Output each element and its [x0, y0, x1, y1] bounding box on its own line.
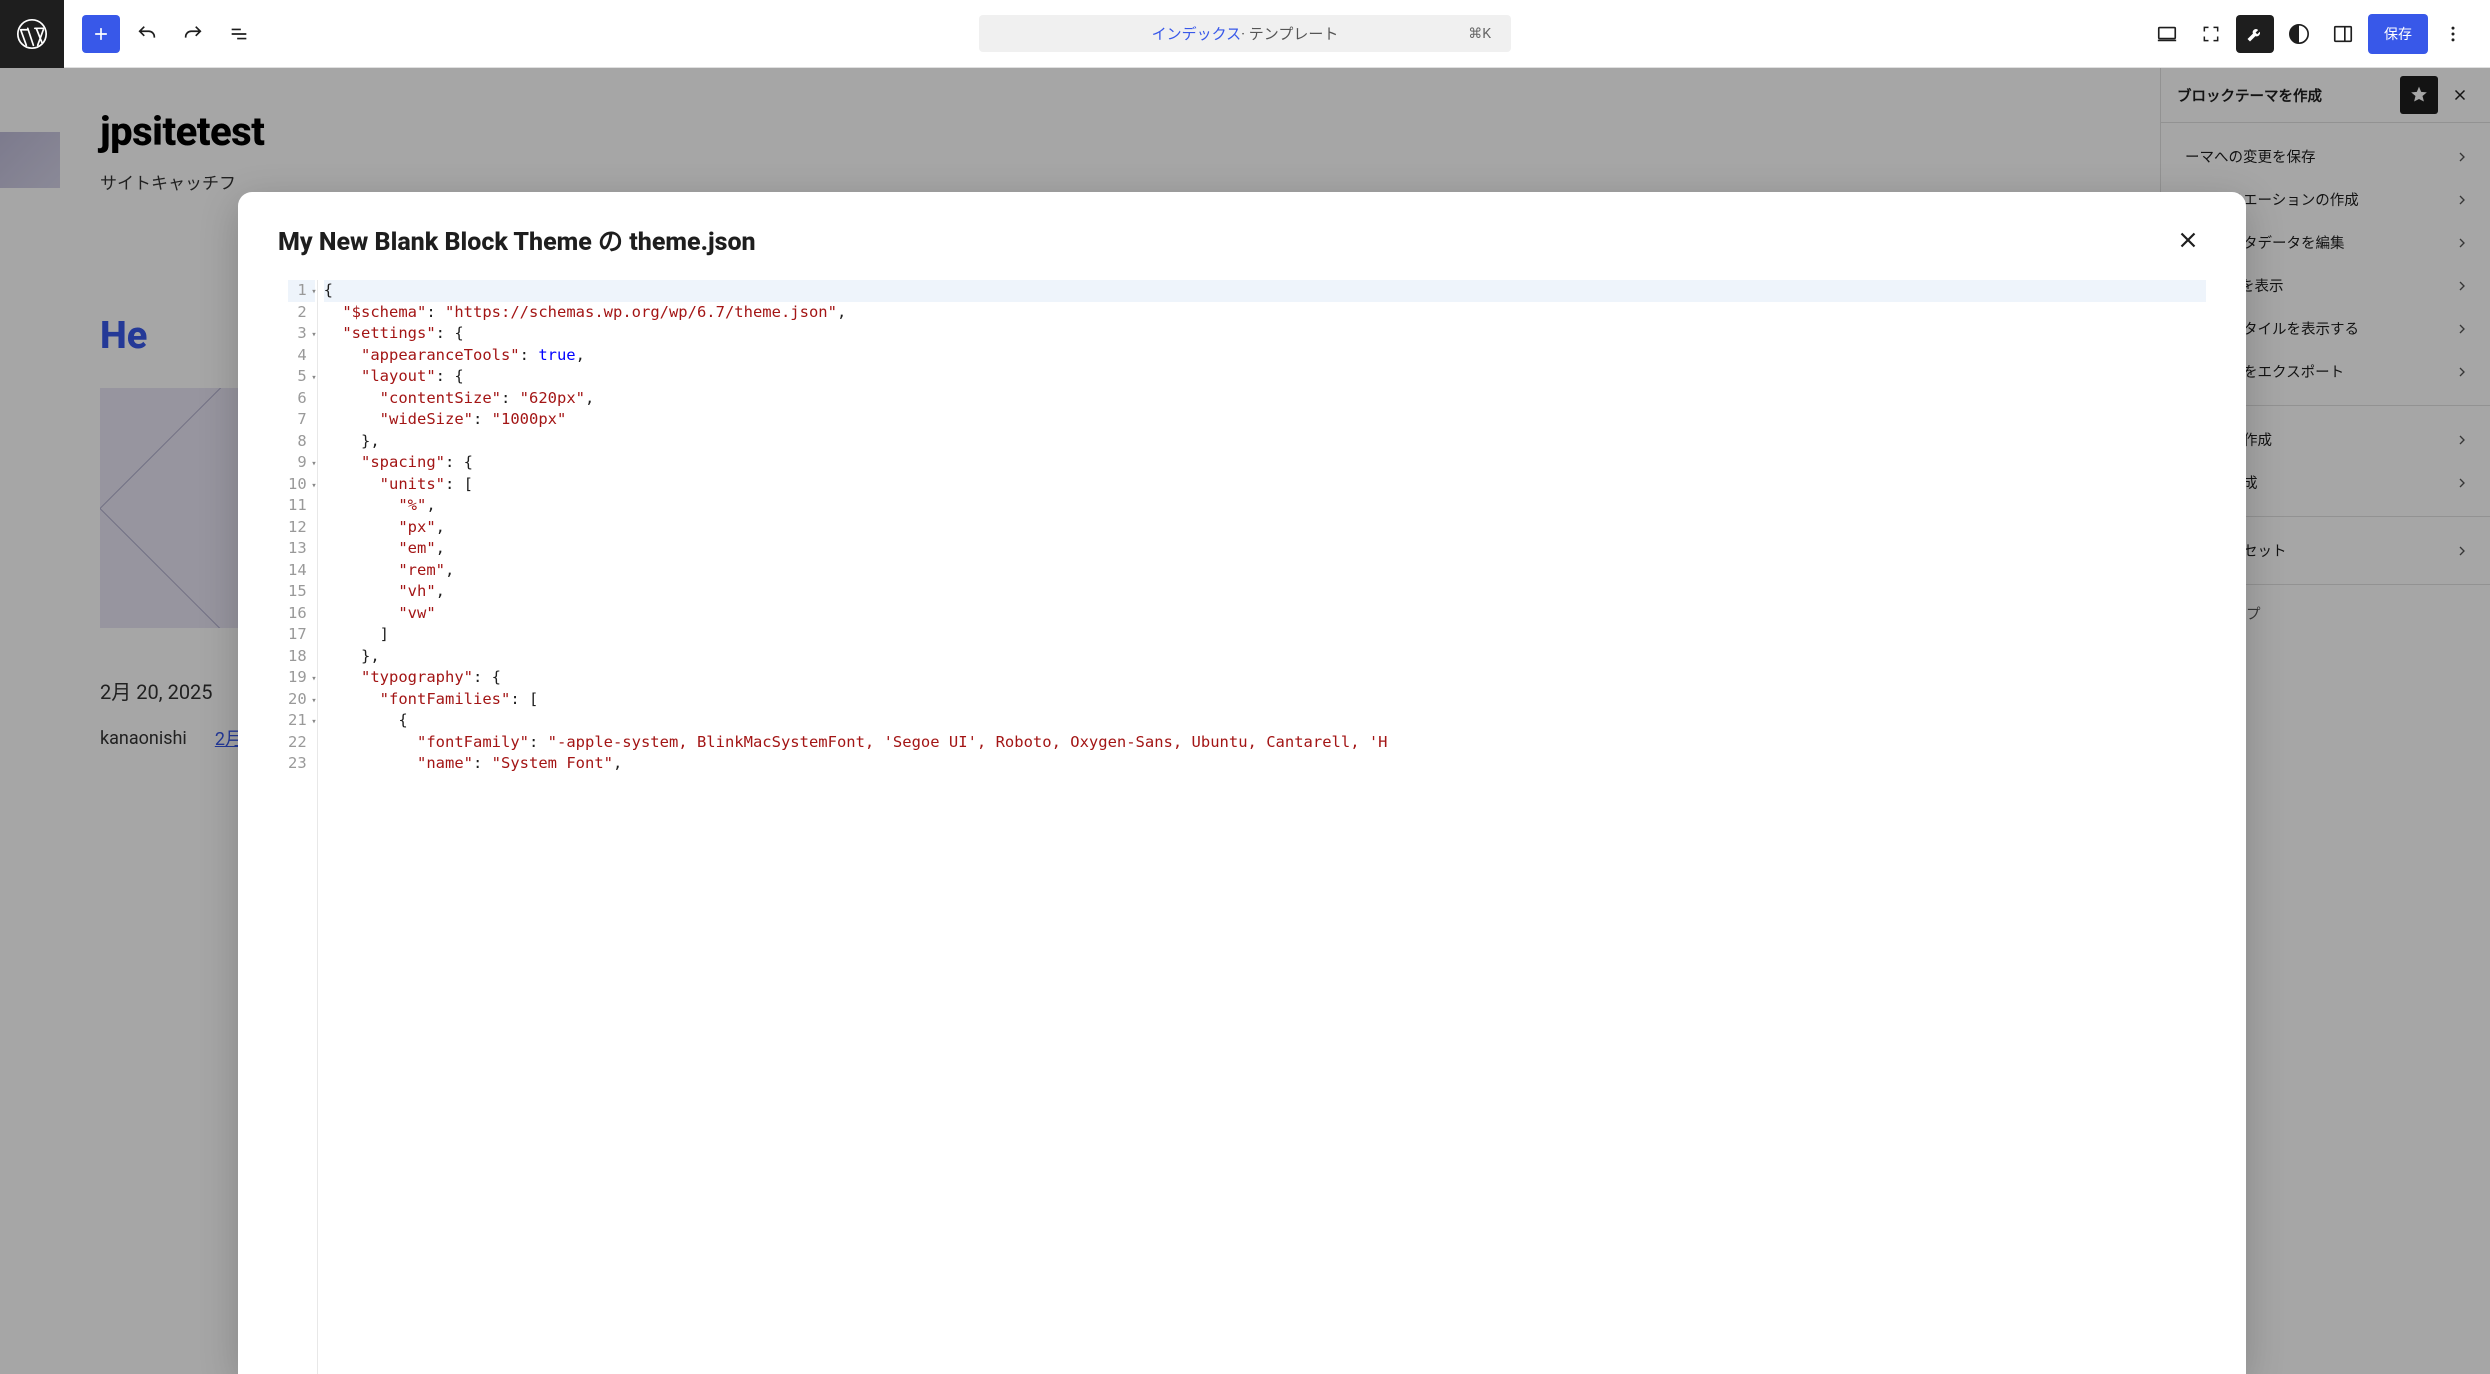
post-author[interactable]: kanaonishi: [100, 728, 187, 749]
sidebar-item[interactable]: ーマへの変更を保存: [2161, 135, 2490, 178]
toolbar-right-group: 保存: [2148, 14, 2490, 54]
undo-button[interactable]: [128, 15, 166, 53]
chevron-right-icon: [2454, 364, 2470, 380]
save-button[interactable]: 保存: [2368, 14, 2428, 54]
template-name: インデックス: [1152, 23, 1242, 44]
toolbar-left-group: [64, 15, 258, 53]
site-tagline[interactable]: サイトキャッチフ: [100, 169, 2060, 194]
chevron-right-icon: [2454, 475, 2470, 491]
add-block-button[interactable]: [82, 15, 120, 53]
chevron-right-icon: [2454, 432, 2470, 448]
styles-button[interactable]: [2280, 15, 2318, 53]
chevron-right-icon: [2454, 321, 2470, 337]
settings-sidebar-button[interactable]: [2324, 15, 2362, 53]
code-gutter: 1234567891011121314151617181920212223: [278, 280, 318, 1374]
pin-sidebar-button[interactable]: [2400, 76, 2438, 114]
editor-top-toolbar: インデックス · テンプレート ⌘K 保存: [0, 0, 2490, 68]
options-menu-button[interactable]: [2434, 15, 2472, 53]
template-suffix: · テンプレート: [1241, 23, 1338, 44]
chevron-right-icon: [2454, 543, 2470, 559]
close-sidebar-button[interactable]: [2446, 81, 2474, 109]
view-desktop-button[interactable]: [2148, 15, 2186, 53]
redo-button[interactable]: [174, 15, 212, 53]
document-title-bar[interactable]: インデックス · テンプレート ⌘K: [979, 15, 1511, 52]
modal-close-button[interactable]: [2170, 222, 2206, 258]
wordpress-logo[interactable]: [0, 0, 64, 68]
code-editor[interactable]: 1234567891011121314151617181920212223 { …: [238, 280, 2246, 1374]
chevron-right-icon: [2454, 278, 2470, 294]
chevron-right-icon: [2454, 235, 2470, 251]
modal-header: My New Blank Block Theme の theme.json: [238, 192, 2246, 280]
chevron-right-icon: [2454, 192, 2470, 208]
document-overview-button[interactable]: [220, 15, 258, 53]
chevron-right-icon: [2454, 149, 2470, 165]
theme-json-modal: My New Blank Block Theme の theme.json 12…: [238, 192, 2246, 1374]
site-icon-placeholder: [0, 132, 60, 188]
editor-workspace: jpsitetest サイトキャッチフ He 2月 20, 2025 kanao…: [0, 68, 2490, 1374]
site-title[interactable]: jpsitetest: [100, 108, 2060, 155]
sidebar-item-label: ーマへの変更を保存: [2185, 146, 2316, 167]
modal-title: My New Blank Block Theme の theme.json: [278, 222, 756, 258]
code-content[interactable]: { "$schema": "https://schemas.wp.org/wp/…: [318, 280, 2206, 1374]
command-shortcut: ⌘K: [1468, 26, 1491, 42]
fullscreen-button[interactable]: [2192, 15, 2230, 53]
sidebar-title: ブロックテーマを作成: [2177, 85, 2322, 106]
sidebar-header: ブロックテーマを作成: [2161, 68, 2490, 123]
tools-button[interactable]: [2236, 15, 2274, 53]
